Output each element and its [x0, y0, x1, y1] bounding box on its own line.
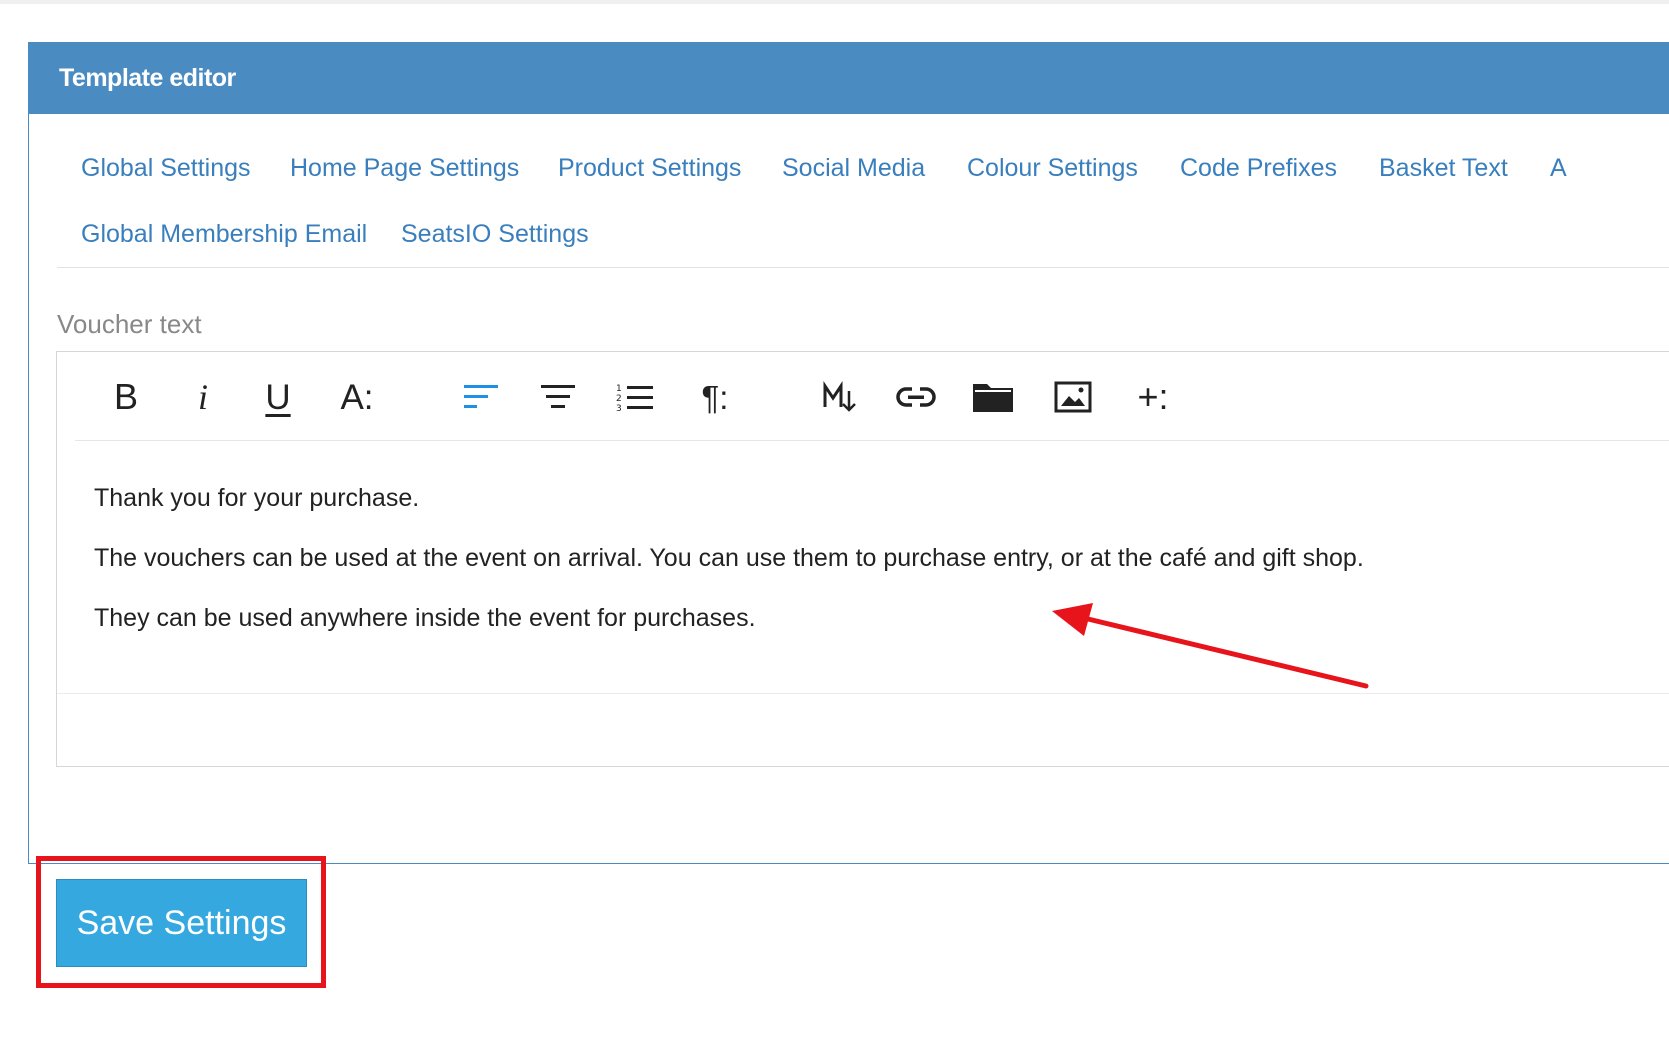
align-center-icon	[541, 385, 575, 408]
svg-text:2: 2	[616, 394, 622, 404]
tab-colour-settings[interactable]: Colour Settings	[967, 154, 1138, 183]
bold-icon: B	[113, 376, 138, 417]
tab-social-media[interactable]: Social Media	[782, 154, 925, 183]
align-left-button[interactable]	[458, 374, 504, 420]
markdown-button[interactable]	[817, 374, 863, 420]
tab-code-prefixes[interactable]: Code Prefixes	[1180, 154, 1337, 183]
folder-icon	[973, 384, 1013, 412]
tab-home-page-settings[interactable]: Home Page Settings	[290, 154, 519, 183]
font-size-icon: A:	[340, 377, 374, 417]
voucher-text-label: Voucher text	[57, 309, 202, 339]
align-left-icon	[464, 385, 498, 408]
underline-button[interactable]: U	[255, 374, 301, 420]
bold-button[interactable]: B	[103, 374, 149, 420]
align-center-button[interactable]	[535, 374, 581, 420]
underline-icon: U	[265, 377, 291, 417]
markdown-icon	[823, 381, 856, 412]
more-insert-button[interactable]: +:	[1127, 374, 1179, 420]
editor-toolbar: B i U A: 1 2 3 ¶: +:	[75, 352, 1669, 441]
ordered-list-icon: 1 2 3	[616, 384, 653, 412]
tab-product-settings[interactable]: Product Settings	[558, 154, 741, 183]
paragraph-icon: ¶:	[701, 378, 729, 416]
italic-button[interactable]: i	[180, 374, 226, 420]
italic-icon: i	[197, 377, 208, 417]
tab-global-settings[interactable]: Global Settings	[81, 154, 251, 183]
save-settings-button[interactable]: Save Settings	[56, 879, 307, 967]
content-paragraph: They can be used anywhere inside the eve…	[94, 604, 756, 632]
svg-text:1: 1	[616, 384, 622, 394]
tabs-divider	[57, 267, 1669, 268]
tab-basket-text[interactable]: Basket Text	[1379, 154, 1508, 183]
svg-text:3: 3	[616, 404, 622, 412]
link-icon	[896, 387, 936, 407]
rich-text-editor: B i U A: 1 2 3 ¶: +: Thank you for your …	[56, 351, 1669, 767]
tab-truncated[interactable]: A	[1550, 154, 1567, 183]
editor-content[interactable]: Thank you for your purchase. The voucher…	[94, 485, 1654, 665]
insert-image-button[interactable]	[1050, 374, 1096, 420]
font-size-button[interactable]: A:	[331, 374, 383, 420]
content-paragraph: The vouchers can be used at the event on…	[94, 544, 1364, 572]
paragraph-format-button[interactable]: ¶:	[689, 374, 741, 420]
image-icon	[1054, 381, 1092, 413]
file-manager-button[interactable]	[970, 374, 1016, 420]
insert-link-button[interactable]	[893, 374, 939, 420]
plus-icon: +:	[1137, 376, 1169, 417]
tab-seatsio-settings[interactable]: SeatsIO Settings	[401, 220, 589, 249]
editor-footer-divider	[57, 693, 1669, 694]
content-paragraph: Thank you for your purchase.	[94, 484, 420, 512]
tab-global-membership-email[interactable]: Global Membership Email	[81, 220, 367, 249]
top-strip	[0, 0, 1669, 4]
ordered-list-button[interactable]: 1 2 3	[612, 374, 658, 420]
settings-tabs: Global Settings Home Page Settings Produ…	[30, 95, 1669, 248]
